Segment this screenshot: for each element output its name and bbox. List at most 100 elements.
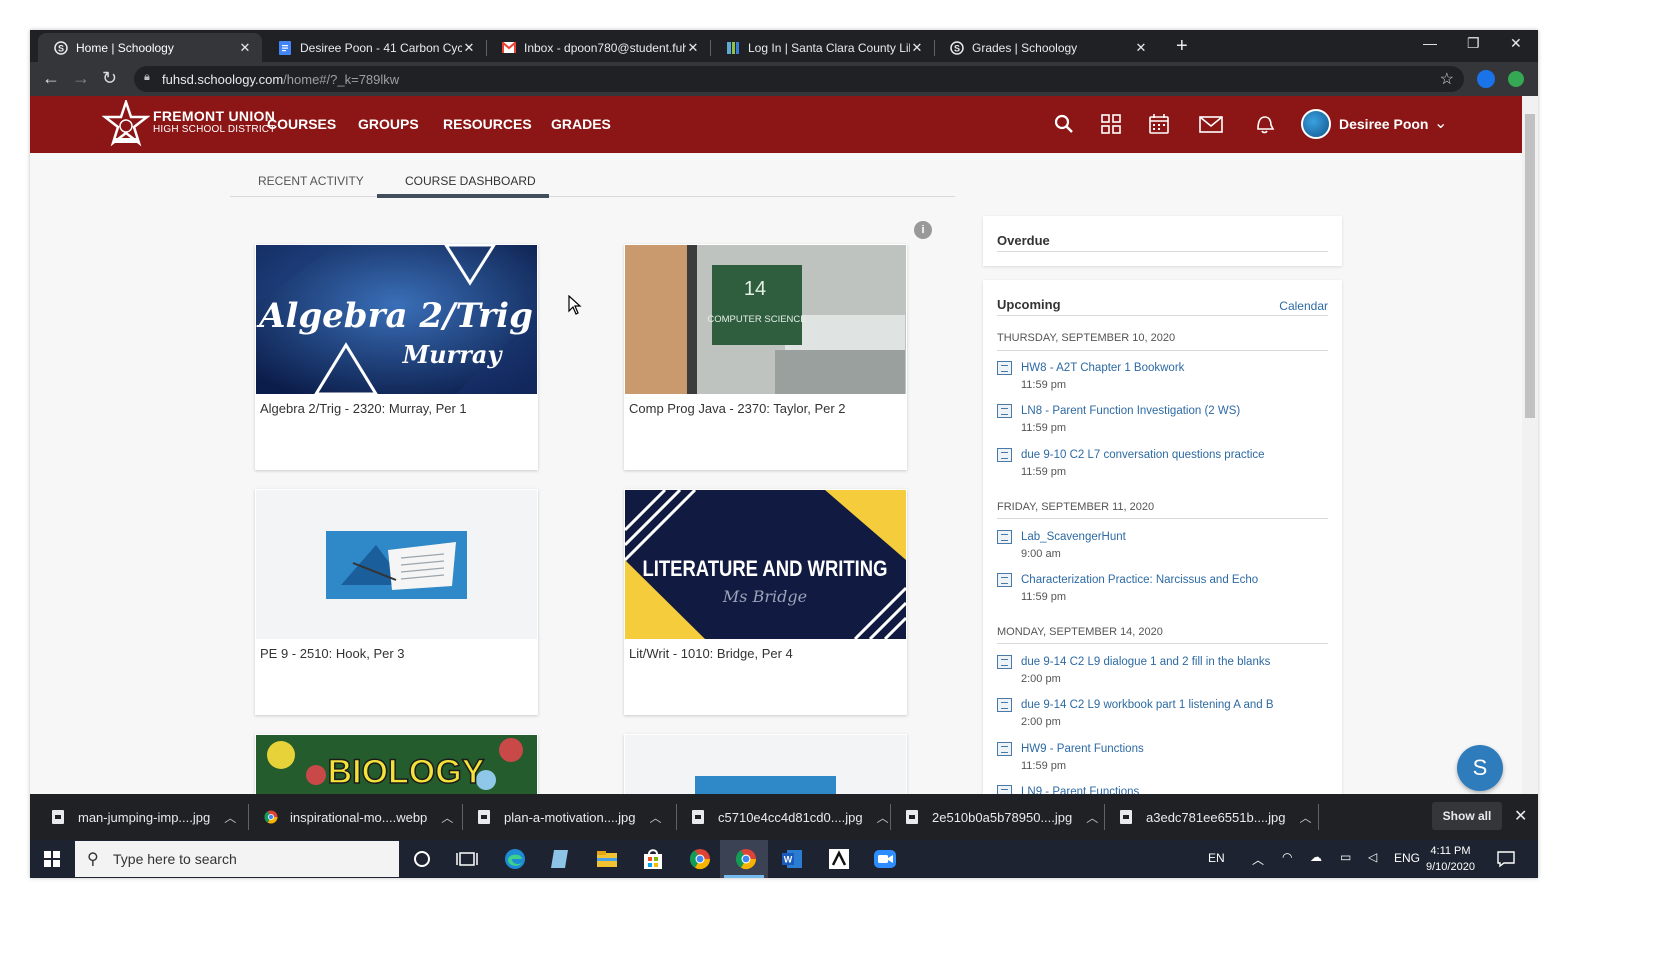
chevron-up-icon[interactable]: ︿ [1086,809,1098,826]
search-icon[interactable] [1052,112,1076,136]
download-item[interactable]: 2e510b0a5b78950....jpg ︿ [906,794,1098,840]
chevron-up-icon[interactable]: ︿ [1300,809,1312,826]
event-link[interactable]: HW9 - Parent Functions [1021,743,1144,755]
nav-courses[interactable]: COURSES [267,116,336,132]
course-card-java[interactable]: 14 COMPUTER SCIENCE Comp Prog Java - 237… [624,244,907,470]
event-link[interactable]: due 9-14 C2 L9 workbook part 1 listening… [1021,699,1274,711]
chevron-up-icon[interactable]: ︿ [1252,851,1264,868]
tab-course-dashboard[interactable]: COURSE DASHBOARD [405,174,536,188]
word-icon[interactable]: W [780,847,804,871]
close-icon[interactable]: ✕ [462,40,476,56]
course-title[interactable]: PE 9 - 2510: Hook, Per 3 [260,646,405,661]
close-icon[interactable]: ✕ [238,40,252,56]
info-icon[interactable]: i [914,221,932,239]
event-item[interactable]: due 9-10 C2 L7 conversation questions pr… [997,448,1327,482]
address-bar[interactable]: 🔒︎ fuhsd.schoology.com/home#/?_k=789lkw … [134,66,1464,92]
language-short[interactable]: EN [1208,851,1225,865]
course-title[interactable]: Algebra 2/Trig - 2320: Murray, Per 1 [260,401,467,416]
event-link[interactable]: due 9-14 C2 L9 dialogue 1 and 2 fill in … [1021,656,1270,668]
vertical-scrollbar[interactable] [1522,96,1538,794]
store-icon[interactable] [641,847,665,871]
event-item[interactable]: LN8 - Parent Function Investigation (2 W… [997,404,1327,438]
chevron-up-icon[interactable]: ︿ [224,809,236,826]
windows-start-icon[interactable] [44,851,60,867]
notifications-bell-icon[interactable] [1252,112,1276,136]
district-logo[interactable] [102,100,150,148]
show-all-downloads-button[interactable]: Show all [1432,802,1502,830]
chat-bubble-button[interactable]: S [1457,745,1503,791]
course-title[interactable]: Lit/Writ - 1010: Bridge, Per 4 [629,646,793,661]
event-link[interactable]: Characterization Practice: Narcissus and… [1021,574,1258,586]
nav-grades[interactable]: GRADES [551,116,611,132]
download-item[interactable]: a3edc781ee6551b....jpg ︿ [1120,794,1312,840]
onedrive-icon[interactable]: ☁ [1310,850,1322,864]
chevron-up-icon[interactable]: ︿ [650,809,662,826]
forward-icon[interactable]: → [72,68,90,89]
download-item[interactable]: c5710e4cc4d81cd0....jpg ︿ [692,794,889,840]
close-icon[interactable]: ✕ [910,40,924,56]
download-item[interactable]: inspirational-mo....webp ︿ [264,794,453,840]
taskbar-search-input[interactable]: ⚲ Type here to search [75,841,399,877]
tab-home-schoology[interactable]: S Home | Schoology ✕ [38,33,262,62]
event-link[interactable]: HW8 - A2T Chapter 1 Bookwork [1021,362,1184,374]
download-item[interactable]: man-jumping-imp....jpg ︿ [52,794,236,840]
event-item[interactable]: HW8 - A2T Chapter 1 Bookwork 11:59 pm [997,361,1327,395]
event-link[interactable]: Lab_ScavengerHunt [1021,531,1126,543]
minimize-icon[interactable]: — [1423,35,1437,51]
calendar-link[interactable]: Calendar [1279,299,1328,313]
restore-icon[interactable]: ❐ [1467,35,1480,52]
zoom-icon[interactable] [873,847,897,871]
scrollbar-thumb[interactable] [1525,114,1535,418]
extension-icon[interactable] [1477,70,1495,88]
tab-recent-activity[interactable]: RECENT ACTIVITY [258,174,364,188]
edge-icon[interactable] [503,847,527,871]
window-close-icon[interactable]: ✕ [1510,35,1522,52]
event-link[interactable]: LN8 - Parent Function Investigation (2 W… [1021,405,1240,417]
volume-icon[interactable]: ◁ [1368,850,1377,864]
notepad-icon[interactable] [548,847,572,871]
reload-icon[interactable]: ↻ [102,68,117,89]
battery-icon[interactable]: ▭ [1340,850,1351,864]
tab-gmail[interactable]: Inbox - dpoon780@student.fuhs ✕ [486,33,710,62]
download-item[interactable]: plan-a-motivation....jpg ︿ [478,794,662,840]
event-item[interactable]: HW9 - Parent Functions 11:59 pm [997,742,1327,776]
tab-google-doc[interactable]: Desiree Poon - 41 Carbon Cycle ( ✕ [262,33,486,62]
chevron-up-icon[interactable]: ︿ [441,809,453,826]
nav-resources[interactable]: RESOURCES [443,116,532,132]
course-card-algebra[interactable]: Algebra 2/Trig Murray Algebra 2/Trig - 2… [255,244,538,470]
event-item[interactable]: due 9-14 C2 L9 workbook part 1 listening… [997,698,1327,732]
event-link[interactable]: due 9-10 C2 L7 conversation questions pr… [1021,449,1265,461]
tab-library[interactable]: Log In | Santa Clara County Libra ✕ [710,33,934,62]
nav-groups[interactable]: GROUPS [358,116,419,132]
task-view-icon[interactable] [455,847,479,871]
chevron-up-icon[interactable]: ︿ [877,809,889,826]
bookmark-star-icon[interactable]: ☆ [1440,69,1454,89]
close-icon[interactable]: ✕ [686,40,700,56]
file-explorer-icon[interactable] [595,847,619,871]
back-icon[interactable]: ← [42,68,60,89]
tab-grades-schoology[interactable]: S Grades | Schoology ✕ [934,33,1158,62]
cortana-icon[interactable] [410,847,434,871]
event-item[interactable]: due 9-14 C2 L9 dialogue 1 and 2 fill in … [997,655,1327,689]
close-icon[interactable]: ✕ [1514,806,1527,826]
wifi-icon[interactable]: ◠ [1282,850,1292,864]
profile-extension-icon[interactable] [1508,71,1524,87]
close-icon[interactable]: ✕ [1134,40,1148,56]
new-tab-icon[interactable]: + [1176,35,1188,58]
avatar[interactable] [1301,109,1331,139]
messages-icon[interactable] [1198,112,1224,136]
chevron-down-icon[interactable]: ⌄ [1434,113,1447,133]
pen-app-icon[interactable] [827,847,851,871]
chrome-profile-icon[interactable] [734,847,758,871]
event-item[interactable]: Characterization Practice: Narcissus and… [997,573,1327,607]
language-long[interactable]: ENG [1394,851,1420,865]
action-center-icon[interactable] [1496,849,1516,869]
course-title[interactable]: Comp Prog Java - 2370: Taylor, Per 2 [629,401,846,416]
taskbar-clock[interactable]: 4:11 PM 9/10/2020 [1426,843,1475,875]
calendar-icon[interactable] [1147,112,1171,136]
chrome-icon[interactable] [688,847,712,871]
apps-grid-icon[interactable] [1099,112,1123,136]
course-card-litwrit[interactable]: LITERATURE AND WRITING Ms Bridge Lit/Wri… [624,489,907,715]
event-item[interactable]: Lab_ScavengerHunt 9:00 am [997,530,1327,564]
course-card-pe[interactable]: PE 9 - 2510: Hook, Per 3 [255,489,538,715]
